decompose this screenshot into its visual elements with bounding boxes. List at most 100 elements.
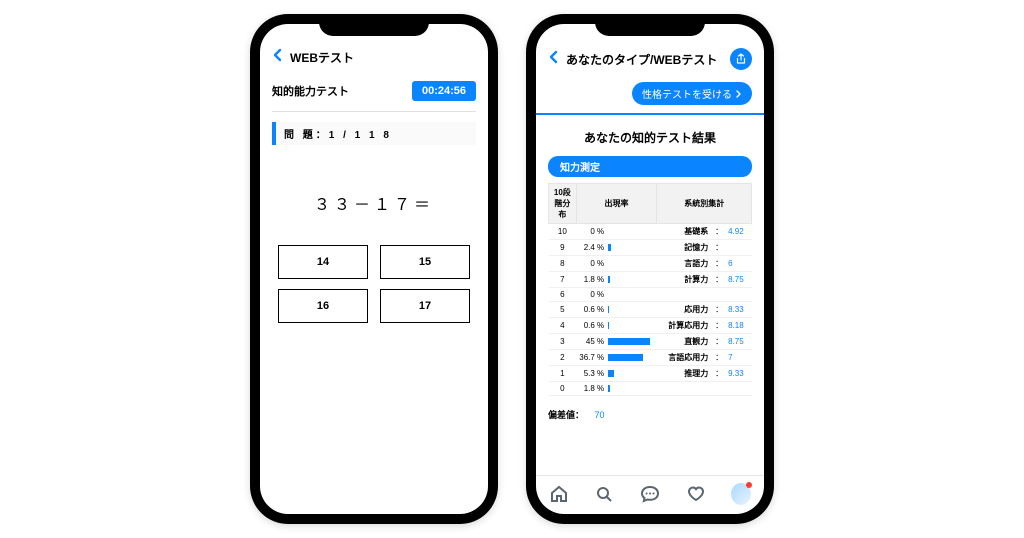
question-text: ３３－１７＝ (260, 151, 488, 245)
row-category (657, 288, 712, 302)
row-level: 3 (549, 334, 577, 350)
row-bar-cell (606, 302, 657, 318)
row-sep: ： (712, 318, 726, 334)
personality-test-button[interactable]: 性格テストを受ける (632, 82, 752, 105)
search-icon[interactable] (594, 484, 614, 504)
row-bar-cell (606, 224, 657, 240)
row-category: 計算応用力 (657, 318, 712, 334)
row-sep (712, 288, 726, 302)
table-row: 92.4 %記憶力： (549, 240, 752, 256)
table-row: 01.8 % (549, 382, 752, 396)
row-bar (608, 385, 610, 392)
row-bar-cell (606, 382, 657, 396)
row-level: 1 (549, 366, 577, 382)
answer-option-1[interactable]: 14 (278, 245, 368, 279)
row-sep: ： (712, 334, 726, 350)
chevron-right-icon (736, 90, 742, 98)
row-bar-cell (606, 240, 657, 256)
answer-option-2[interactable]: 15 (380, 245, 470, 279)
home-icon[interactable] (549, 484, 569, 504)
share-button[interactable] (730, 48, 752, 70)
row-value (726, 382, 751, 396)
row-bar (608, 276, 610, 283)
row-sep: ： (712, 240, 726, 256)
row-percent: 45 % (576, 334, 606, 350)
table-row: 40.6 % 計算応用力：8.18 (549, 318, 752, 334)
phone-test: WEBテスト 知的能力テスト 00:24:56 問 題：1 / 1 1 8 ３３… (250, 14, 498, 524)
answer-option-4[interactable]: 17 (380, 289, 470, 323)
row-level: 7 (549, 272, 577, 288)
row-bar (608, 306, 609, 313)
row-level: 0 (549, 382, 577, 396)
row-bar-cell (606, 288, 657, 302)
row-sep: ： (712, 256, 726, 272)
profile-avatar[interactable] (731, 484, 751, 504)
row-bar (608, 244, 611, 251)
row-level: 9 (549, 240, 577, 256)
row-bar-cell (606, 350, 657, 366)
row-percent: 0 % (576, 256, 606, 272)
row-sep: ： (712, 350, 726, 366)
table-row: 236.7 %言語応用力：7 (549, 350, 752, 366)
heart-icon[interactable] (686, 484, 706, 504)
row-bar (608, 354, 643, 361)
row-category: 応用力 (657, 302, 712, 318)
row-value: 6 (726, 256, 751, 272)
notch (595, 14, 705, 36)
row-value (726, 288, 751, 302)
row-bar-cell (606, 334, 657, 350)
screen-test: WEBテスト 知的能力テスト 00:24:56 問 題：1 / 1 1 8 ３３… (260, 24, 488, 514)
row-level: 10 (549, 224, 577, 240)
row-bar (608, 338, 650, 345)
table-row: 50.6 %応用力：8.33 (549, 302, 752, 318)
back-chevron-icon[interactable] (272, 48, 284, 67)
page-title: あなたのタイプ/WEBテスト (566, 51, 717, 68)
answer-option-3[interactable]: 16 (278, 289, 368, 323)
answers-grid: 14 15 16 17 (260, 245, 488, 323)
table-row: 60 % (549, 288, 752, 302)
table-row: 15.3 %推理力：9.33 (549, 366, 752, 382)
row-value (726, 240, 751, 256)
table-row: 100 %基礎系：4.92 (549, 224, 752, 240)
subheader: 知的能力テスト 00:24:56 (260, 75, 488, 107)
row-sep: ： (712, 224, 726, 240)
row-category: 計算力 (657, 272, 712, 288)
section-tag: 知力測定 (548, 156, 752, 177)
row-bar (608, 370, 614, 377)
row-percent: 0 % (576, 288, 606, 302)
row-percent: 1.8 % (576, 272, 606, 288)
row-percent: 0.6 % (576, 302, 606, 318)
row-value: 7 (726, 350, 751, 366)
cta-row: 性格テストを受ける (536, 78, 764, 115)
row-bar-cell (606, 256, 657, 272)
row-category (657, 382, 712, 396)
row-value: 9.33 (726, 366, 751, 382)
row-value: 8.75 (726, 272, 751, 288)
row-category: 言語応用力 (657, 350, 712, 366)
personality-test-label: 性格テストを受ける (642, 86, 732, 101)
results-table: 10段階分布 出現率 系統別集計 100 %基礎系：4.9292.4 %記憶力：… (548, 183, 752, 396)
row-percent: 2.4 % (576, 240, 606, 256)
divider (272, 111, 476, 112)
col-group: 系統別集計 (657, 184, 752, 224)
row-bar-cell (606, 318, 657, 334)
row-percent: 0.6 % (576, 318, 606, 334)
row-level: 8 (549, 256, 577, 272)
col-rate: 出現率 (576, 184, 657, 224)
row-category: 言語力 (657, 256, 712, 272)
deviation-label: 偏差値： (548, 410, 584, 420)
row-category: 推理力 (657, 366, 712, 382)
back-chevron-icon[interactable] (548, 50, 560, 69)
row-level: 4 (549, 318, 577, 334)
row-sep (712, 382, 726, 396)
timer: 00:24:56 (412, 81, 476, 101)
row-sep: ： (712, 366, 726, 382)
row-value: 8.75 (726, 334, 751, 350)
row-category: 直観力 (657, 334, 712, 350)
row-level: 6 (549, 288, 577, 302)
row-value: 8.18 (726, 318, 751, 334)
row-bar-cell (606, 366, 657, 382)
row-percent: 0 % (576, 224, 606, 240)
table-row: 345 % 直観力：8.75 (549, 334, 752, 350)
chat-icon[interactable] (640, 484, 660, 504)
